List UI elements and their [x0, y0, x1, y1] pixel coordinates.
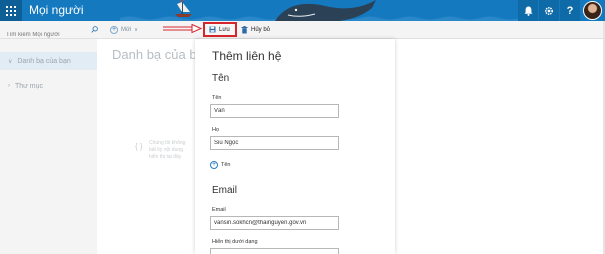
- left-navigation: ∨ Danh bạ của bạn › Thư mục: [0, 39, 97, 254]
- first-name-label: Tên: [212, 95, 222, 101]
- user-avatar[interactable]: [583, 1, 602, 20]
- new-button[interactable]: + Mới ∨: [110, 24, 138, 36]
- settings-button[interactable]: [539, 0, 559, 21]
- sailboat-illustration: [175, 0, 192, 17]
- app-title[interactable]: Mọi người: [29, 3, 84, 17]
- sidebar-item-directory[interactable]: › Thư mục: [0, 77, 97, 95]
- add-name-field-button[interactable]: + Tên: [210, 161, 230, 169]
- bell-icon: [524, 6, 532, 16]
- name-section-heading: Tên: [212, 73, 230, 84]
- top-bar: Mọi người ?: [0, 0, 605, 21]
- app-launcher-button[interactable]: [0, 0, 22, 21]
- email-label: Email: [212, 207, 226, 213]
- empty-line: hiển thị tại đây: [149, 154, 182, 160]
- chevron-down-icon[interactable]: ∨: [8, 58, 12, 65]
- plus-icon: +: [110, 26, 118, 34]
- empty-state-text: Chúng tôi không bất kỳ nội dung hiển thị…: [149, 140, 197, 161]
- new-label: Mới: [121, 27, 132, 33]
- display-as-field[interactable]: [210, 248, 339, 254]
- cancel-label: Hủy bỏ: [251, 26, 271, 33]
- chevron-down-icon[interactable]: ∨: [134, 27, 138, 33]
- header-theme-illustration: [120, 0, 520, 21]
- sidebar-item-label: Danh bạ của bạn: [17, 57, 71, 65]
- empty-state: { } Chúng tôi không bất kỳ nội dung hiển…: [135, 140, 195, 170]
- trash-icon: [241, 25, 248, 33]
- sidebar-item-your-contacts[interactable]: ∨ Danh bạ của bạn: [0, 52, 97, 70]
- last-name-field[interactable]: [210, 136, 339, 150]
- display-as-label: Hiển thị dưới dạng: [212, 239, 258, 245]
- email-field[interactable]: [210, 216, 339, 230]
- empty-line: bất kỳ nội dung: [149, 147, 183, 153]
- save-label: Lưu: [219, 26, 230, 33]
- plus-icon: +: [210, 161, 218, 169]
- add-contact-panel: Thêm liên hệ Tên Tên Họ + Tên Email Emai…: [195, 39, 395, 254]
- gear-icon: [544, 6, 554, 15]
- save-button[interactable]: Lưu: [203, 22, 237, 37]
- email-section-heading: Email: [212, 185, 238, 196]
- sidebar-item-label: Thư mục: [15, 82, 44, 90]
- contact-placeholder-icon: { }: [135, 142, 143, 151]
- search-box[interactable]: [6, 23, 98, 42]
- chevron-right-icon[interactable]: ›: [8, 83, 10, 89]
- floppy-disk-icon: [209, 26, 216, 33]
- empty-line: Chúng tôi không: [149, 140, 186, 146]
- app-launcher-icon: [6, 6, 16, 16]
- last-name-label: Họ: [212, 127, 220, 133]
- red-arrow-annotation: [163, 24, 202, 34]
- cancel-button[interactable]: Hủy bỏ: [241, 23, 270, 36]
- panel-title: Thêm liên hệ: [212, 49, 282, 63]
- notifications-button[interactable]: [518, 0, 538, 21]
- first-name-field[interactable]: [210, 104, 339, 118]
- add-name-label: Tên: [221, 162, 231, 168]
- command-bar: + Mới ∨: [0, 21, 605, 42]
- help-button[interactable]: ?: [560, 0, 580, 21]
- search-icon[interactable]: [91, 26, 98, 33]
